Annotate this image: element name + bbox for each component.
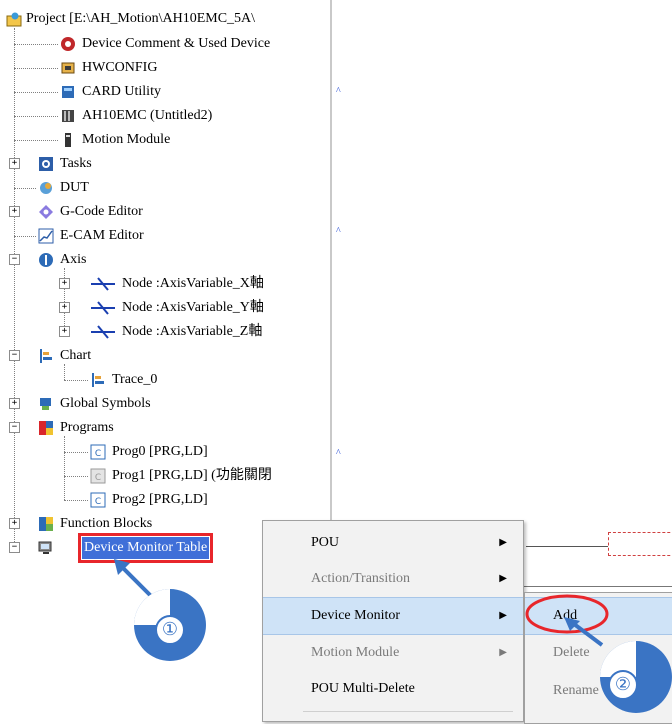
submenu-arrow-icon: ▶ bbox=[499, 647, 507, 658]
tree-connector bbox=[64, 380, 88, 381]
global-symbols-icon bbox=[38, 396, 54, 412]
node-icon bbox=[90, 276, 116, 292]
tree-connector bbox=[64, 476, 88, 477]
menu-item-pou[interactable]: POU ▶ bbox=[263, 525, 523, 561]
ladder-contact-placeholder bbox=[608, 532, 672, 556]
submenu-arrow-icon: ▶ bbox=[499, 610, 507, 621]
tree-connector bbox=[14, 140, 58, 141]
device-monitor-icon bbox=[38, 540, 54, 556]
tree-connector bbox=[64, 452, 88, 453]
context-menu[interactable]: POU ▶ Action/Transition ▶ Device Monitor… bbox=[262, 520, 524, 722]
collapse-button[interactable]: − bbox=[9, 254, 20, 265]
tree-connector bbox=[14, 188, 36, 189]
collapse-button[interactable]: − bbox=[9, 422, 20, 433]
ladder-rung-line bbox=[526, 546, 608, 547]
programs-icon bbox=[38, 420, 54, 436]
menu-separator bbox=[303, 711, 513, 712]
submenu-arrow-icon: ▶ bbox=[499, 573, 507, 584]
menu-item-pou-multi-delete[interactable]: POU Multi-Delete bbox=[263, 671, 523, 707]
tree-connector bbox=[14, 92, 58, 93]
expand-button[interactable]: + bbox=[9, 518, 20, 529]
menu-item-action-transition[interactable]: Action/Transition ▶ bbox=[263, 561, 523, 597]
card-utility-icon bbox=[60, 84, 76, 100]
expand-button[interactable]: + bbox=[59, 302, 70, 313]
chart-icon bbox=[38, 348, 54, 364]
gcode-editor-icon bbox=[38, 204, 54, 220]
node-icon bbox=[90, 324, 116, 340]
function-blocks-icon bbox=[38, 516, 54, 532]
collapse-button[interactable]: − bbox=[9, 542, 20, 553]
callout-2-marker bbox=[564, 617, 672, 713]
svg-text:C: C bbox=[95, 449, 101, 459]
program-disabled-icon: C bbox=[90, 468, 106, 484]
tree-connector bbox=[14, 116, 58, 117]
tree-connector bbox=[14, 236, 36, 237]
dut-icon bbox=[38, 180, 54, 196]
ecam-editor-icon bbox=[38, 228, 54, 244]
ruler-mark: ^ bbox=[336, 448, 341, 459]
expand-button[interactable]: + bbox=[9, 398, 20, 409]
node-icon bbox=[90, 300, 116, 316]
submenu-arrow-icon: ▶ bbox=[499, 537, 507, 548]
hwconfig-icon bbox=[60, 60, 76, 76]
ruler-mark: ^ bbox=[336, 86, 341, 97]
motion-module-icon bbox=[60, 132, 76, 148]
menu-item-device-monitor[interactable]: Device Monitor ▶ bbox=[263, 597, 523, 635]
callout-1-marker bbox=[114, 559, 206, 661]
tree-connector bbox=[14, 44, 58, 45]
axis-icon bbox=[38, 252, 54, 268]
project-icon bbox=[6, 11, 22, 27]
svg-text:C: C bbox=[95, 497, 101, 507]
tree-connector bbox=[64, 500, 88, 501]
callout-1-number: ① bbox=[155, 615, 185, 645]
program-icon: C bbox=[90, 444, 106, 460]
svg-text:C: C bbox=[95, 473, 101, 483]
expand-button[interactable]: + bbox=[59, 278, 70, 289]
menu-item-motion-module[interactable]: Motion Module ▶ bbox=[263, 635, 523, 671]
ladder-rung-line bbox=[522, 586, 672, 587]
expand-button[interactable]: + bbox=[59, 326, 70, 337]
device-comment-icon bbox=[60, 36, 76, 52]
tree-connector bbox=[14, 28, 15, 548]
ruler-mark: ^ bbox=[336, 226, 341, 237]
trace-icon bbox=[90, 372, 106, 388]
collapse-button[interactable]: − bbox=[9, 350, 20, 361]
tree-connector bbox=[64, 436, 65, 500]
tree-root-label: Project [E:\AH_Motion\AH10EMC_5A\ bbox=[26, 11, 256, 26]
program-icon: C bbox=[90, 492, 106, 508]
expand-button[interactable]: + bbox=[9, 206, 20, 217]
tasks-icon bbox=[38, 156, 54, 172]
expand-button[interactable]: + bbox=[9, 158, 20, 169]
callout-2-number: ② bbox=[608, 670, 638, 700]
plc-icon bbox=[60, 108, 76, 124]
tree-connector bbox=[14, 68, 58, 69]
